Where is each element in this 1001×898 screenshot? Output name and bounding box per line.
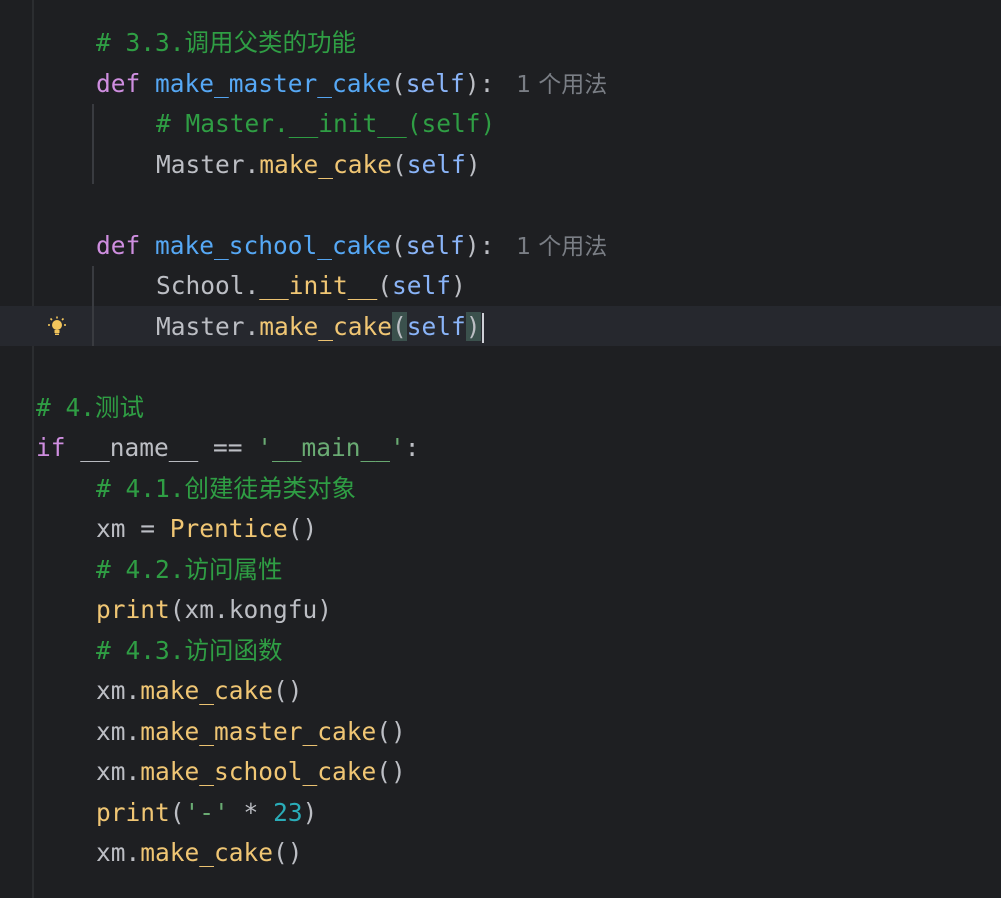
code-token: xm = — [96, 514, 170, 543]
code-line-cmt-init[interactable]: # Master.__init__(self) — [36, 104, 495, 144]
code-editor[interactable]: # 3.3.调用父类的功能 def make_master_cake(self):… — [0, 0, 1001, 898]
code-token: ( — [377, 271, 393, 300]
code-token: () — [273, 838, 303, 867]
code-token: ) — [465, 312, 481, 341]
code-token: self — [405, 69, 465, 98]
code-token: if — [36, 433, 81, 462]
code-token: ( — [391, 69, 406, 98]
code-token: ( — [169, 798, 185, 827]
code-token: __init__ — [259, 271, 378, 300]
code-token: self — [406, 150, 466, 179]
code-token: def — [96, 231, 156, 260]
code-token: '-' — [184, 798, 229, 827]
code-token: ): — [464, 231, 495, 260]
code-line-def-school[interactable]: def make_school_cake(self): 1 个用法 — [36, 226, 607, 266]
code-line-print-dash[interactable]: print('-' * 23) — [36, 793, 317, 833]
lightbulb-icon[interactable] — [46, 316, 68, 338]
code-line-c4[interactable]: # 4.测试 — [36, 388, 144, 428]
code-token: make_cake — [140, 838, 274, 867]
code-token: : — [404, 433, 420, 462]
code-token: print — [96, 595, 170, 624]
code-token: () — [376, 757, 406, 786]
code-token: xm. — [96, 676, 141, 705]
code-token: xm. — [96, 717, 141, 746]
code-token: Prentice — [169, 514, 288, 543]
code-line-c41[interactable]: # 4.1.创建徒弟类对象 — [36, 469, 356, 509]
code-token: xm. — [96, 838, 141, 867]
code-token: ): — [464, 69, 495, 98]
code-token: () — [287, 514, 318, 543]
code-token: ) — [451, 271, 466, 300]
code-line-master-make[interactable]: Master.make_cake(self) — [36, 145, 481, 185]
code-token: Master. — [156, 312, 260, 341]
code-token: # 4.2.访问属性 — [96, 555, 283, 584]
code-token: ) — [302, 798, 318, 827]
code-token: ) — [465, 150, 481, 179]
text-caret — [481, 313, 484, 343]
code-token: 23 — [273, 798, 303, 827]
code-token: make_cake — [140, 676, 274, 705]
code-line-xm-new[interactable]: xm = Prentice() — [36, 509, 317, 549]
code-token: # 4.3.访问函数 — [96, 636, 283, 665]
code-line-xm-make[interactable]: xm.make_cake() — [36, 671, 303, 711]
code-token: self — [392, 271, 452, 300]
code-token: def — [96, 69, 156, 98]
code-token: ( — [392, 150, 407, 179]
code-token: * — [228, 798, 274, 827]
code-token: self — [406, 312, 466, 341]
code-token: () — [273, 676, 303, 705]
code-line-xm-school[interactable]: xm.make_school_cake() — [36, 752, 406, 792]
code-line-def-master[interactable]: def make_master_cake(self): 1 个用法 — [36, 64, 607, 104]
usage-hint[interactable]: 1 个用法 — [516, 234, 607, 260]
code-token: make_school_cake — [155, 231, 392, 260]
code-token: print — [96, 798, 170, 827]
code-line-c33[interactable]: # 3.3.调用父类的功能 — [36, 23, 356, 63]
code-token: make_cake — [259, 150, 393, 179]
code-token: (xm.kongfu) — [169, 595, 333, 624]
code-token: Master. — [156, 150, 260, 179]
code-token: '__main__' — [257, 433, 405, 462]
code-token: ( — [392, 312, 407, 341]
code-token: # 4.测试 — [36, 393, 145, 422]
code-token: ( — [391, 231, 406, 260]
code-token: # 4.1.创建徒弟类对象 — [96, 474, 357, 503]
gutter-edge — [32, 0, 34, 898]
code-token: () — [376, 717, 406, 746]
code-line-xm-master[interactable]: xm.make_master_cake() — [36, 712, 406, 752]
code-token: xm. — [96, 757, 141, 786]
code-token: # Master.__init__(self) — [156, 109, 496, 138]
usage-hint[interactable]: 1 个用法 — [516, 72, 607, 98]
code-token: make_school_cake — [140, 757, 377, 786]
code-line-master-make2[interactable]: Master.make_cake(self) — [36, 307, 484, 347]
code-line-print-kongfu[interactable]: print(xm.kongfu) — [36, 590, 332, 630]
code-token: make_master_cake — [155, 69, 392, 98]
code-token: __name__ == — [80, 433, 258, 462]
code-line-c43[interactable]: # 4.3.访问函数 — [36, 631, 283, 671]
code-token: self — [405, 231, 465, 260]
code-token: # 3.3.调用父类的功能 — [96, 28, 357, 57]
code-token: make_master_cake — [140, 717, 377, 746]
code-token: School. — [156, 271, 260, 300]
code-line-c42[interactable]: # 4.2.访问属性 — [36, 550, 283, 590]
code-token: make_cake — [259, 312, 393, 341]
code-line-ifmain[interactable]: if __name__ == '__main__': — [36, 428, 420, 468]
code-line-xm-make2[interactable]: xm.make_cake() — [36, 833, 303, 873]
code-line-school-init[interactable]: School.__init__(self) — [36, 266, 466, 306]
